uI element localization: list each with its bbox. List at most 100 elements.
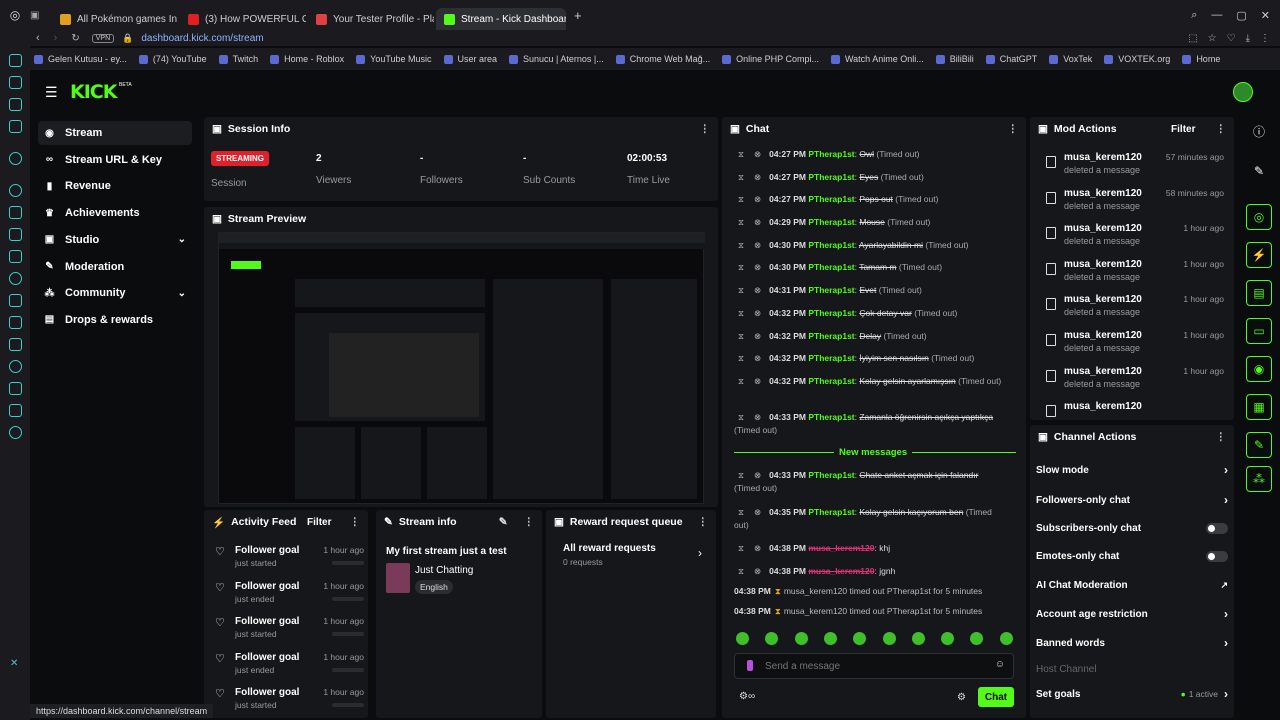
chat-username[interactable]: musa_kerem120 xyxy=(808,566,874,576)
delete-icon[interactable]: ⊗ xyxy=(754,262,761,272)
timeout-icon[interactable]: ⧖ xyxy=(738,376,744,386)
emote-icon[interactable] xyxy=(794,632,808,645)
new-tab-button[interactable]: + xyxy=(574,8,582,23)
emote-icon[interactable] xyxy=(911,632,925,645)
layout-icon[interactable]: ▦ xyxy=(1246,394,1272,420)
chat-message[interactable]: ⧖ ⊗ 04:33 PM PTherap1st: Chate anket açmak… xyxy=(734,469,1004,495)
chat-message[interactable]: ⧖ ⊗ 04:27 PM PTherap1st: Pops out (Timed o… xyxy=(734,193,1004,206)
kebab-icon[interactable]: ⋮ xyxy=(1216,123,1227,135)
delete-icon[interactable]: ⊗ xyxy=(754,412,761,422)
chat-message[interactable]: ⧖ ⊗ 04:38 PM musa_kerem120: khj xyxy=(734,542,1004,555)
sidebar-tool-icon[interactable] xyxy=(9,120,22,133)
avatar[interactable] xyxy=(1233,82,1253,102)
tab-actions-icon[interactable]: ▣ xyxy=(30,10,52,21)
sidebar-tool-icon[interactable] xyxy=(9,250,22,263)
gear-icon[interactable]: ⚙ xyxy=(957,692,966,703)
sidebar-item-revenue[interactable]: ▮ Revenue xyxy=(38,174,192,198)
chat-message[interactable]: ⧖ ⊗ 04:35 PM PTherap1st: Kolay gelsin kaçı… xyxy=(734,506,1004,532)
mod-username[interactable]: musa_kerem120 xyxy=(1064,223,1142,234)
chat-message[interactable]: ⧖ ⊗ 04:32 PM PTherap1st: Kolay gelsin ayar… xyxy=(734,375,1004,388)
sidebar-tool-icon[interactable] xyxy=(9,54,22,67)
sidebar-tool-icon[interactable] xyxy=(9,294,22,307)
camera-icon[interactable]: ◎ xyxy=(1246,204,1272,230)
delete-icon[interactable]: ⊗ xyxy=(754,217,761,227)
back-icon[interactable]: ‹ xyxy=(36,32,40,44)
bookmark-item[interactable]: Online PHP Compi... xyxy=(722,54,819,64)
sidebar-item-studio[interactable]: ▣ Studio ⌄ xyxy=(38,228,192,252)
channel-action-host-channel[interactable]: Host Channel xyxy=(1036,658,1228,680)
kebab-icon[interactable]: ⋮ xyxy=(698,516,709,528)
chat-message[interactable]: ⧖ ⊗ 04:33 PM PTherap1st: Zamanla öğrenirsi… xyxy=(734,411,1004,437)
timeout-icon[interactable]: ⧖ xyxy=(738,172,744,182)
delete-icon[interactable]: ⊗ xyxy=(754,149,761,159)
delete-icon[interactable]: ⊗ xyxy=(754,566,761,576)
bookmark-item[interactable]: Home - Roblox xyxy=(270,54,344,64)
close-window-icon[interactable]: ✕ xyxy=(1261,9,1270,22)
browser-menu-icon[interactable]: ◎ xyxy=(0,8,30,22)
sidebar-tool-icon[interactable] xyxy=(9,228,22,241)
timeout-icon[interactable]: ⧖ xyxy=(738,353,744,363)
sidebar-item-drops-rewards[interactable]: ▤ Drops & rewards xyxy=(38,308,192,332)
delete-icon[interactable]: ⊗ xyxy=(754,376,761,386)
timeout-icon[interactable]: ⧖ xyxy=(738,543,744,553)
chat-input[interactable] xyxy=(765,658,985,674)
chat-message[interactable]: ⧖ ⊗ 04:30 PM PTherap1st: Ayarlayabildin mi… xyxy=(734,239,1004,252)
mod-username[interactable]: musa_kerem120 xyxy=(1064,188,1142,199)
chat-message[interactable]: ⧖ ⊗ 04:27 PM PTherap1st: Eyes (Timed out) xyxy=(734,171,1004,184)
extension-icon[interactable]: ⬚ xyxy=(1188,33,1197,44)
sidebar-item-achievements[interactable]: ♛ Achievements xyxy=(38,201,192,225)
info-icon[interactable]: ⓘ xyxy=(1246,118,1272,144)
activity-row[interactable]: ♡ Follower goal just started 1 hour ago xyxy=(214,545,364,577)
maximize-icon[interactable]: ▢ xyxy=(1236,9,1246,22)
sidebar-tool-icon[interactable] xyxy=(9,404,22,417)
bookmark-item[interactable]: Chrome Web Mağ... xyxy=(615,54,710,64)
kebab-icon[interactable]: ⋮ xyxy=(1216,431,1227,443)
menu-icon[interactable]: ☰ xyxy=(45,84,58,101)
downloads-icon[interactable]: ⤓ xyxy=(1246,33,1250,44)
broadcast-icon[interactable]: ◉ xyxy=(1246,356,1272,382)
chat-bubble-icon[interactable]: ▭ xyxy=(1246,318,1272,344)
chevron-down-icon[interactable]: ⌄ xyxy=(178,234,186,245)
minimize-icon[interactable]: — xyxy=(1211,9,1222,21)
bookmark-item[interactable]: Home xyxy=(1182,54,1220,64)
delete-icon[interactable]: ⊗ xyxy=(754,240,761,250)
bookmark-item[interactable]: Twitch xyxy=(218,54,258,64)
sidebar-tool-icon[interactable] xyxy=(9,152,22,165)
timeout-icon[interactable]: ⧖ xyxy=(738,285,744,295)
chevron-right-icon[interactable]: › xyxy=(698,546,702,560)
bookmark-item[interactable]: BiliBili xyxy=(935,54,974,64)
mod-action-row[interactable]: musa_kerem120 deleted a message 1 hour ago xyxy=(1042,259,1228,293)
kebab-icon[interactable]: ⋮ xyxy=(1008,123,1019,135)
mod-action-row[interactable]: musa_kerem120 deleted a message 1 hour ago xyxy=(1042,294,1228,328)
mod-username[interactable]: musa_kerem120 xyxy=(1064,294,1142,305)
chat-username[interactable]: PTherap1st xyxy=(808,194,854,204)
timeout-icon[interactable]: ⧖ xyxy=(738,149,744,159)
emoji-icon[interactable]: ☺ xyxy=(995,659,1005,670)
delete-icon[interactable]: ⊗ xyxy=(754,194,761,204)
bookmark-item[interactable]: Gelen Kutusu - ey... xyxy=(34,54,127,64)
chat-username[interactable]: PTherap1st xyxy=(808,285,854,295)
bookmark-icon[interactable]: ☆ xyxy=(1208,33,1217,44)
chat-username[interactable]: PTherap1st xyxy=(808,149,854,159)
chat-message[interactable]: ⧖ ⊗ 04:29 PM PTherap1st: Mouse (Timed out) xyxy=(734,216,1004,229)
mod-username[interactable]: musa_kerem120 xyxy=(1064,401,1142,412)
timeout-icon[interactable]: ⧖ xyxy=(738,240,744,250)
timeout-icon[interactable]: ⧖ xyxy=(738,507,744,517)
delete-icon[interactable]: ⊗ xyxy=(754,507,761,517)
sidebar-item-stream-url-key[interactable]: ∞ Stream URL & Key xyxy=(38,148,192,172)
mod-username[interactable]: musa_kerem120 xyxy=(1064,259,1142,270)
chat-username[interactable]: PTherap1st xyxy=(808,172,854,182)
kebab-icon[interactable]: ⋮ xyxy=(524,516,535,528)
bookmark-item[interactable]: ChatGPT xyxy=(985,54,1037,64)
sidebar-tool-icon[interactable] xyxy=(9,360,22,373)
settings-icon[interactable]: ⚙∞ xyxy=(739,691,755,702)
chat-send-button[interactable]: Chat xyxy=(978,687,1014,707)
delete-icon[interactable]: ⊗ xyxy=(754,308,761,318)
chat-username[interactable]: PTherap1st xyxy=(808,507,854,517)
timeout-icon[interactable]: ⧖ xyxy=(738,262,744,272)
chat-username[interactable]: PTherap1st xyxy=(808,217,854,227)
sidebar-tool-icon[interactable] xyxy=(9,316,22,329)
bolt-icon[interactable]: ⚡ xyxy=(1246,242,1272,268)
sidebar-tool-icon[interactable] xyxy=(9,272,22,285)
channel-action-banned-words[interactable]: Banned words › xyxy=(1036,632,1228,654)
